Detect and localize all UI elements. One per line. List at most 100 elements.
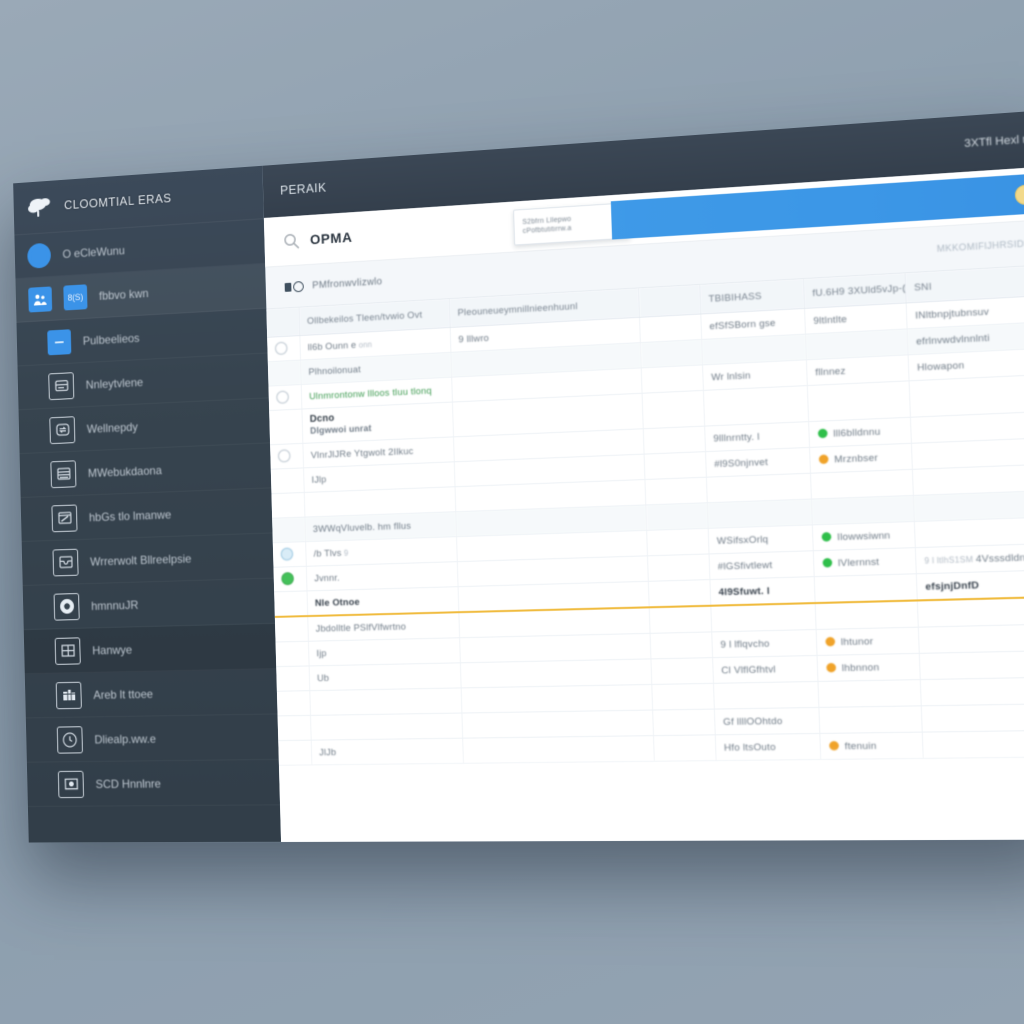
status-dot-green	[817, 428, 828, 438]
cell-detail	[451, 393, 643, 437]
cell-detail	[456, 555, 648, 587]
row-checkbox[interactable]	[273, 566, 307, 592]
chart-icon	[51, 504, 78, 532]
sidebar-item-label: Dliealp.ww.e	[94, 731, 157, 746]
row-checkbox[interactable]	[272, 541, 306, 568]
table-wrapper[interactable]: Ollbekeilos Tleen/tvwio Ovt Pleouneueymni…	[266, 264, 1024, 842]
cell-action-text: INltbnpjtubnsuv	[914, 305, 990, 322]
checkbox-icon[interactable]	[281, 572, 294, 586]
cell-action[interactable]: efrlnvwdvlnnlnti	[906, 321, 1024, 355]
cell-spacer	[648, 605, 712, 634]
cell-action[interactable]: 9 l ltlhS1SM 4Vsssdldnncr	[914, 543, 1024, 574]
cell-action[interactable]	[911, 463, 1024, 496]
cell-status: Ilowwsiwnn	[811, 521, 915, 551]
buildings-icon	[55, 681, 82, 709]
checkbox-icon[interactable]	[277, 449, 291, 463]
checkbox-icon[interactable]	[280, 547, 294, 561]
cell-action[interactable]	[908, 373, 1024, 418]
cell-name-text: Ijp	[316, 647, 327, 659]
sidebar-item-9[interactable]: Hanwye	[23, 623, 277, 675]
cell-spacer	[640, 364, 703, 394]
sidebar-item-label: hbGs tlo lmanwe	[88, 507, 172, 524]
search-input[interactable]: OPMA	[310, 229, 353, 247]
column-header-sel[interactable]	[266, 307, 300, 338]
sidebar-item-label: Wrrerwolt Bllreelpsie	[89, 551, 192, 569]
cell-action[interactable]	[920, 703, 1024, 733]
cell-code: Hfo ltsOuto	[714, 733, 821, 761]
cell-action[interactable]	[913, 516, 1024, 548]
cloud-icon	[26, 194, 54, 221]
cell-action[interactable]	[921, 730, 1024, 759]
cell-spacer	[652, 734, 716, 762]
cell-status	[804, 328, 908, 360]
cell-action[interactable]	[910, 437, 1024, 470]
cell-status	[813, 573, 917, 604]
cell-status: lll6blldnnu	[808, 417, 911, 448]
checkbox-icon[interactable]	[276, 390, 289, 404]
grid-icon	[54, 636, 81, 665]
sidebar-item-label: Pulbeelieos	[82, 330, 140, 348]
cell-name: Ijp	[307, 637, 460, 666]
cell-name-sub: onn	[356, 339, 373, 350]
cell-name-secondary: Dlgwwoi unrat	[310, 423, 372, 436]
cell-action[interactable]	[912, 490, 1024, 522]
sync-icon	[49, 415, 76, 444]
cell-status: ftenuin	[819, 732, 923, 760]
row-checkbox[interactable]	[268, 384, 302, 411]
avatar[interactable]	[1014, 183, 1024, 205]
cell-action[interactable]	[917, 623, 1024, 654]
cell-action[interactable]: Hlowapon	[907, 347, 1024, 381]
cell-action[interactable]: INltbnpjtubnsuv	[905, 294, 1024, 329]
sidebar-item-label: hmnnuJR	[91, 597, 139, 613]
cell-status: 9ltlntlte	[804, 302, 907, 335]
status-dot-orange	[818, 453, 829, 464]
cell-code: #lGSfivtlewt	[708, 550, 814, 580]
column-header-code[interactable]: TBIBIHASS	[699, 279, 805, 315]
search-icon[interactable]	[283, 232, 300, 250]
main-area: PERAIK 3XTfl Hexl n OPMA S2bfrn Lllepwo …	[262, 109, 1024, 842]
table-body: ll6b Ounn e onn 9 lllwro efSfSBorn gse 9ltl…	[267, 294, 1024, 766]
row-checkbox	[276, 690, 311, 716]
column-header-mid[interactable]	[638, 285, 701, 318]
row-checkbox[interactable]	[267, 335, 301, 362]
row-checkbox	[275, 641, 309, 667]
badge-icon	[57, 770, 85, 798]
sidebar-item-8[interactable]: hmnnuJR	[22, 578, 276, 631]
sidebar-item-12[interactable]: SCD Hnnlnre	[26, 759, 281, 808]
cell-code	[712, 681, 819, 710]
toggle-icon[interactable]	[284, 280, 304, 293]
sidebar-item-7[interactable]: Wrrerwolt Bllreelpsie	[21, 533, 274, 586]
cell-code: Cl VlflGfhtvl	[712, 655, 818, 684]
cell-action[interactable]	[909, 410, 1024, 444]
top-bar-title: PERAIK	[279, 180, 327, 198]
filter-label: PMfronwvlizwlo	[312, 275, 383, 291]
sidebar-item-11[interactable]: Dliealp.ww.e	[25, 714, 279, 763]
cell-detail	[458, 607, 650, 638]
column-header-status[interactable]: fU.6H9 3XUld5vJp-(ld	[802, 273, 906, 309]
row-checkbox[interactable]	[270, 443, 304, 470]
cell-name-text: VlnrJlJRe Ytgwolt 2Ilkuc	[310, 445, 414, 461]
data-table: Ollbekeilos Tleen/tvwio Ovt Pleouneueymni…	[266, 264, 1024, 766]
status-label: 9ltlntlte	[813, 313, 848, 327]
cell-action[interactable]	[919, 676, 1024, 706]
checkbox-icon[interactable]	[274, 341, 288, 355]
status-label: lll6blldnnu	[833, 425, 881, 440]
cell-action[interactable]	[916, 596, 1024, 628]
sidebar-nav: O eCleWunu 8(S) fbbvo kwn Pulbeelieos Nnleyt…	[14, 219, 281, 808]
cell-name-text: Ub	[316, 672, 330, 684]
cell-name-sub: 9	[341, 548, 349, 558]
cell-detail	[456, 530, 647, 562]
row-checkbox	[267, 360, 301, 387]
cell-spacer	[641, 390, 705, 429]
cell-name: Jbdolltle PSlfVlfwrtno	[307, 612, 460, 642]
perspective-scene: CLOOMTIAL ERAS O eCleWunu 8(S) fbbvo kwn Pu…	[0, 0, 1024, 1024]
status-label: ftenuin	[844, 740, 876, 752]
cell-action[interactable]: efsjnjDnfD	[915, 569, 1024, 601]
list-icon	[50, 459, 77, 488]
row-checkbox	[274, 590, 308, 617]
cell-status: Mrznbser	[809, 443, 912, 474]
sidebar-item-10[interactable]: Areb lt ttoee	[24, 669, 278, 719]
cell-action[interactable]	[918, 650, 1024, 680]
cell-code: efSfSBorn gse	[700, 308, 805, 340]
cell-action-text: efsjnjDnfD	[925, 579, 980, 593]
